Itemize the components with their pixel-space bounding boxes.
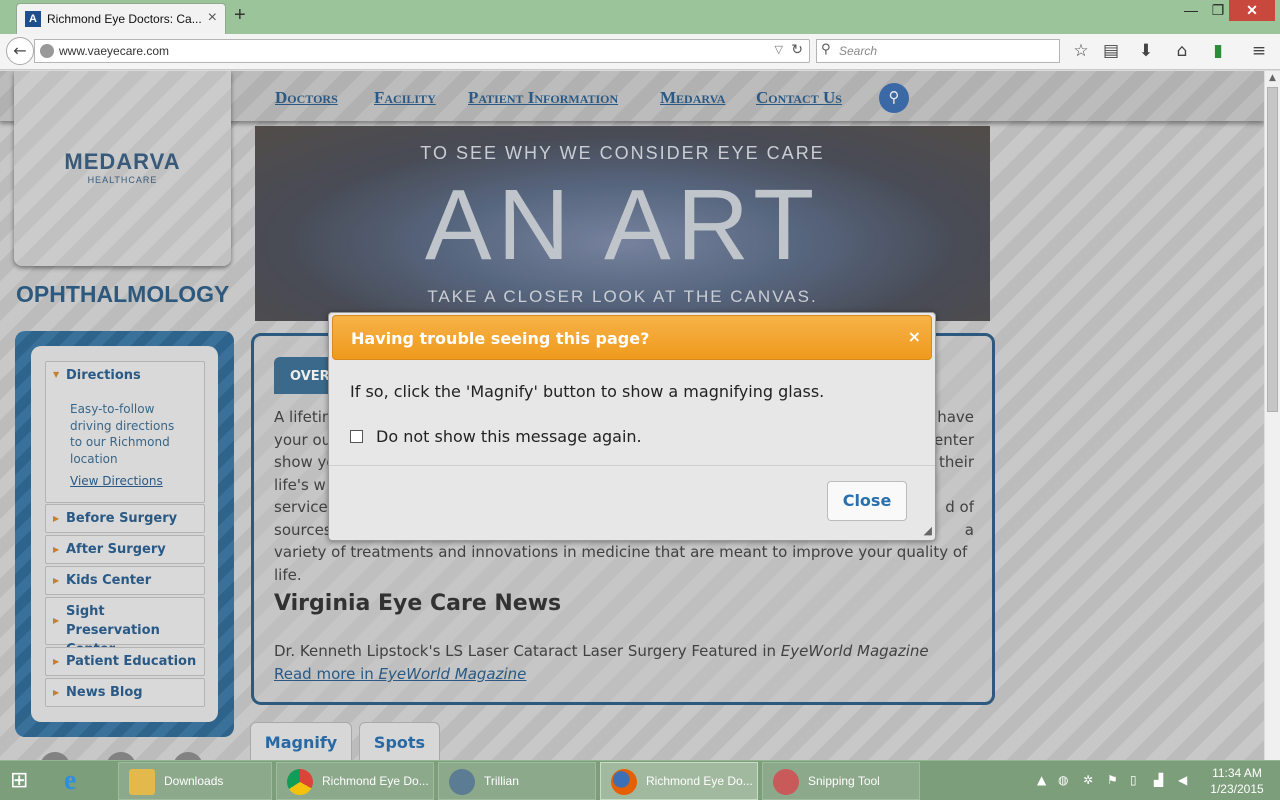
- resize-handle-icon[interactable]: ◢: [924, 524, 932, 537]
- window-close-button[interactable]: ✕: [1229, 0, 1275, 21]
- browser-titlebar: A Richmond Eye Doctors: Ca... × + — ❐ ✕: [0, 0, 1280, 34]
- task-chrome[interactable]: Richmond Eye Do...: [276, 762, 434, 800]
- new-tab-button[interactable]: +: [234, 4, 246, 27]
- magnify-help-dialog: Having trouble seeing this page? × If so…: [328, 312, 936, 541]
- dialog-title: Having trouble seeing this page?: [351, 329, 650, 348]
- addon-icon[interactable]: ▮: [1207, 41, 1229, 61]
- dialog-header: Having trouble seeing this page? ×: [332, 315, 932, 360]
- chrome-icon: [287, 769, 313, 795]
- volume-icon[interactable]: ◀: [1178, 773, 1187, 787]
- url-bar[interactable]: www.vaeyecare.com ▽ ↻: [34, 39, 810, 63]
- task-downloads[interactable]: Downloads: [118, 762, 272, 800]
- tab-title: Richmond Eye Doctors: Ca...: [47, 12, 202, 26]
- folder-icon: [129, 769, 155, 795]
- task-firefox[interactable]: Richmond Eye Do...: [600, 762, 758, 800]
- web-page: MEDARVA HEALTHCARE OPHTHALMOLOGY Doctors…: [0, 71, 1264, 760]
- bookmark-star-icon[interactable]: ☆: [1070, 41, 1092, 61]
- scroll-thumb[interactable]: [1267, 87, 1278, 412]
- internet-explorer-icon[interactable]: e: [64, 765, 76, 797]
- download-icon[interactable]: ⬇: [1135, 41, 1157, 61]
- home-icon[interactable]: ⌂: [1171, 41, 1193, 61]
- settings-tray-icon[interactable]: ✲: [1083, 773, 1093, 787]
- dialog-message: If so, click the 'Magnify' button to sho…: [350, 382, 825, 401]
- dont-show-label[interactable]: Do not show this message again.: [376, 427, 642, 446]
- maximize-button[interactable]: ❐: [1204, 0, 1232, 22]
- url-text[interactable]: www.vaeyecare.com: [59, 44, 169, 58]
- reload-icon[interactable]: ↻: [791, 42, 803, 58]
- clock-time[interactable]: 11:34 AM: [1210, 766, 1264, 780]
- flag-icon[interactable]: ⚑: [1107, 773, 1118, 787]
- globe-icon: [40, 44, 54, 58]
- page-scrollbar[interactable]: ▲: [1264, 71, 1280, 760]
- url-dropdown-icon[interactable]: ▽: [775, 43, 783, 56]
- task-snipping-tool[interactable]: Snipping Tool: [762, 762, 920, 800]
- trillian-icon: [449, 769, 475, 795]
- task-label: Snipping Tool: [808, 774, 880, 788]
- windows-start-icon[interactable]: ⊞: [10, 769, 38, 793]
- signal-icon[interactable]: ▟: [1154, 773, 1163, 787]
- reading-list-icon[interactable]: ▤: [1100, 41, 1122, 61]
- dialog-close-icon[interactable]: ×: [908, 327, 921, 346]
- task-label: Trillian: [484, 774, 519, 788]
- tab-close-icon[interactable]: ×: [208, 9, 217, 27]
- menu-icon[interactable]: ≡: [1248, 41, 1270, 61]
- search-placeholder: Search: [839, 44, 878, 58]
- battery-icon[interactable]: ▯: [1130, 773, 1137, 787]
- task-label: Downloads: [164, 774, 224, 788]
- site-favicon-icon: A: [25, 11, 41, 27]
- dialog-divider: [329, 465, 935, 466]
- back-button[interactable]: ←: [6, 37, 34, 65]
- dont-show-checkbox[interactable]: [350, 430, 363, 443]
- close-button[interactable]: Close: [827, 481, 907, 521]
- network-globe-icon[interactable]: ◍: [1058, 773, 1068, 787]
- browser-tab[interactable]: A Richmond Eye Doctors: Ca... ×: [16, 3, 226, 34]
- scroll-up-icon[interactable]: ▲: [1269, 73, 1276, 83]
- clock-date[interactable]: 1/23/2015: [1207, 782, 1267, 796]
- windows-taskbar: ⊞ e Downloads Richmond Eye Do... Trillia…: [0, 760, 1280, 800]
- task-label: Richmond Eye Do...: [322, 774, 429, 788]
- search-input[interactable]: ⚲ Search: [816, 39, 1060, 63]
- task-label: Richmond Eye Do...: [646, 774, 753, 788]
- scissors-icon: [773, 769, 799, 795]
- search-icon: ⚲: [821, 42, 831, 57]
- tray-expand-icon[interactable]: ▲: [1037, 773, 1046, 787]
- firefox-icon: [611, 769, 637, 795]
- browser-navbar: ← www.vaeyecare.com ▽ ↻ ⚲ Search ☆ ▤ ⬇ ⌂…: [0, 34, 1280, 70]
- minimize-button[interactable]: —: [1177, 0, 1205, 22]
- task-trillian[interactable]: Trillian: [438, 762, 596, 800]
